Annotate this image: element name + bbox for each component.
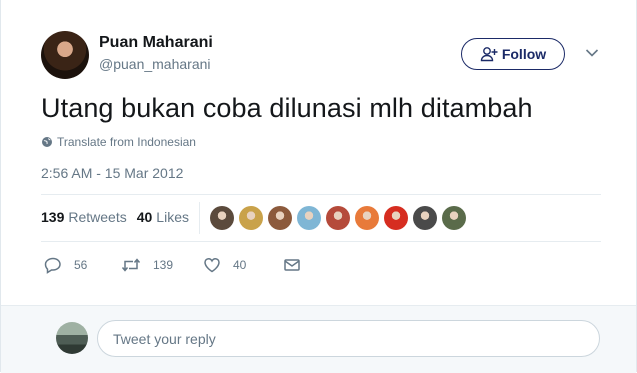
engager-avatar[interactable] xyxy=(384,206,408,230)
retweet-count: 139 xyxy=(153,258,174,272)
engager-avatar[interactable] xyxy=(413,206,437,230)
translate-label: Translate from Indonesian xyxy=(57,135,196,149)
heart-icon xyxy=(204,257,220,273)
engager-avatar[interactable] xyxy=(210,206,234,230)
follow-button[interactable]: Follow xyxy=(461,38,565,70)
tweet-stats: 139 Retweets 40 Likes xyxy=(41,209,189,225)
reply-action[interactable]: 56 xyxy=(44,256,87,274)
retweets-stat-count: 139 xyxy=(41,209,65,225)
author-name[interactable]: Puan Maharani xyxy=(99,34,213,52)
message-action[interactable] xyxy=(283,256,301,274)
tweet-card: Puan Maharani @puan_maharani Follow Utan… xyxy=(0,0,637,373)
current-user-avatar xyxy=(56,322,88,354)
stats-separator xyxy=(199,202,200,234)
divider xyxy=(41,194,601,195)
reply-icon xyxy=(44,257,61,274)
retweets-stat[interactable]: 139 Retweets xyxy=(41,209,127,225)
author-avatar[interactable] xyxy=(41,31,89,79)
reply-count: 56 xyxy=(74,258,88,272)
retweets-stat-label: Retweets xyxy=(68,209,127,225)
likes-stat-label: Likes xyxy=(156,209,189,225)
add-user-icon xyxy=(480,47,498,62)
retweet-action[interactable]: 139 xyxy=(121,256,173,274)
engager-avatar[interactable] xyxy=(355,206,379,230)
engager-avatar[interactable] xyxy=(297,206,321,230)
tweet-text: Utang bukan coba dilunasi mlh ditambah xyxy=(41,93,533,123)
engager-avatar[interactable] xyxy=(442,206,466,230)
tweet-timestamp[interactable]: 2:56 AM - 15 Mar 2012 xyxy=(41,165,183,181)
envelope-icon xyxy=(284,259,300,271)
follow-label: Follow xyxy=(501,46,547,62)
translate-link[interactable]: Translate from Indonesian xyxy=(41,135,196,149)
retweet-icon xyxy=(121,258,141,272)
likes-stat[interactable]: 40 Likes xyxy=(137,209,189,225)
reply-input[interactable]: Tweet your reply xyxy=(97,320,600,357)
engager-avatar[interactable] xyxy=(326,206,350,230)
author-handle[interactable]: @puan_maharani xyxy=(99,56,211,72)
engager-avatar[interactable] xyxy=(239,206,263,230)
reply-placeholder: Tweet your reply xyxy=(113,330,216,347)
divider xyxy=(41,241,601,242)
like-count: 40 xyxy=(233,258,247,272)
globe-icon xyxy=(42,137,52,147)
like-action[interactable]: 40 xyxy=(203,256,246,274)
likes-stat-count: 40 xyxy=(136,209,153,225)
engager-avatars xyxy=(210,206,466,230)
chevron-down-icon[interactable] xyxy=(585,48,599,58)
engager-avatar[interactable] xyxy=(268,206,292,230)
